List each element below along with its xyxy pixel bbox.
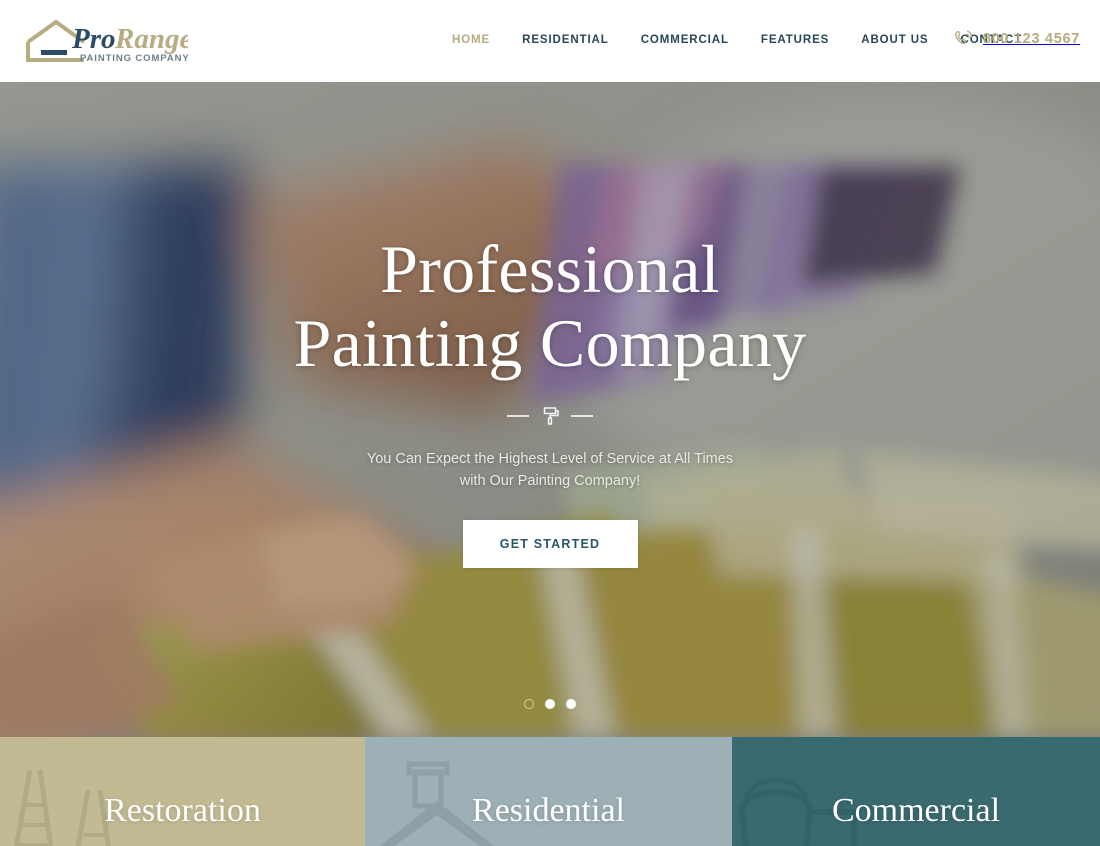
hero-content: Professional Painting Company You Can Ex…: [0, 82, 1100, 737]
service-cards: Restoration Residential Commercial: [0, 737, 1100, 846]
nav-item-about-us[interactable]: ABOUT US: [861, 30, 928, 50]
get-started-button[interactable]: GET STARTED: [462, 520, 638, 568]
divider-line-right: [571, 415, 593, 417]
logo-svg: Pro Range PAINTING COMPANY: [26, 19, 188, 64]
slider-pagination: [0, 699, 1100, 709]
site-header: Pro Range PAINTING COMPANY Pro Range PAI…: [0, 0, 1100, 82]
service-card-title: Restoration: [104, 791, 261, 829]
slider-dot-2[interactable]: [545, 699, 555, 709]
svg-text:PAINTING COMPANY: PAINTING COMPANY: [80, 53, 188, 64]
svg-text:Pro: Pro: [71, 23, 116, 55]
service-card-commercial[interactable]: Commercial: [732, 737, 1100, 846]
divider-line-left: [507, 415, 529, 417]
nav-item-commercial[interactable]: COMMERCIAL: [641, 30, 729, 50]
nav-item-features[interactable]: FEATURES: [761, 30, 829, 50]
hero-subtitle: You Can Expect the Highest Level of Serv…: [367, 448, 733, 492]
nav-item-home[interactable]: HOME: [452, 30, 490, 50]
hero-title-line1: Professional: [380, 231, 720, 307]
hero-title-line2: Painting Company: [293, 305, 807, 381]
header-phone-link[interactable]: 800 123 4567: [952, 28, 1080, 50]
nav-item-residential[interactable]: RESIDENTIAL: [522, 30, 609, 50]
header-phone-number: 800 123 4567: [982, 31, 1080, 47]
hero-divider: [507, 404, 593, 428]
service-card-title: Commercial: [831, 791, 1001, 829]
slider-dot-1[interactable]: [524, 699, 534, 709]
hero-title: Professional Painting Company: [294, 232, 807, 380]
service-card-title: Residential: [472, 791, 625, 829]
site-logo[interactable]: Pro Range PAINTING COMPANY Pro Range PAI…: [20, 16, 190, 66]
service-card-residential[interactable]: Residential: [365, 737, 732, 846]
slider-dot-3[interactable]: [566, 699, 576, 709]
primary-navigation: HOME RESIDENTIAL COMMERCIAL FEATURES ABO…: [452, 30, 1022, 50]
paint-roller-icon: [543, 407, 559, 425]
hero-subtitle-line2: with Our Painting Company!: [459, 473, 641, 489]
phone-ringing-icon: [955, 30, 973, 45]
svg-text:Range: Range: [114, 23, 188, 55]
service-card-restoration[interactable]: Restoration: [0, 737, 365, 846]
hero-slider: Professional Painting Company You Can Ex…: [0, 82, 1100, 737]
hero-subtitle-line1: You Can Expect the Highest Level of Serv…: [366, 451, 734, 467]
